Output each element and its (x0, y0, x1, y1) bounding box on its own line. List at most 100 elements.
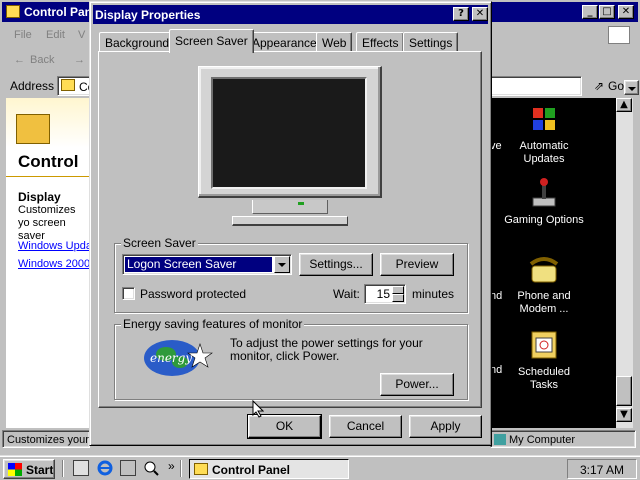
control-panel-large-icon (16, 114, 50, 144)
tab-appearance[interactable]: Appearance (246, 32, 323, 52)
close-button[interactable]: ✕ (618, 5, 634, 19)
monitor-neck (252, 200, 328, 214)
wait-minutes-stepper[interactable]: 15 (364, 284, 406, 304)
wait-value[interactable]: 15 (368, 287, 390, 301)
power-led-icon (298, 202, 304, 205)
scroll-up-button[interactable]: ▲ (616, 98, 632, 112)
menu-file[interactable]: File (14, 29, 32, 41)
close-button[interactable]: ✕ (472, 7, 488, 21)
divider (62, 460, 64, 477)
joystick-icon (527, 176, 561, 210)
status-text: Customizes your (2, 430, 90, 448)
power-button[interactable]: Power... (380, 373, 454, 396)
back-arrow-icon[interactable]: ← (14, 54, 25, 66)
status-zone: My Computer (490, 430, 636, 448)
minimize-button[interactable]: _ (582, 5, 598, 19)
dialog-title: Display Properties (95, 8, 201, 22)
my-computer-icon (494, 434, 506, 445)
scroll-thumb[interactable] (616, 376, 632, 406)
internet-explorer-icon[interactable] (97, 460, 113, 476)
stepper-down-button[interactable] (392, 294, 404, 302)
go-arrow-icon[interactable]: ⇗ (594, 79, 604, 93)
mouse-cursor-icon (252, 400, 264, 418)
apply-button[interactable]: Apply (409, 415, 482, 438)
tab-settings[interactable]: Settings (403, 32, 459, 52)
chevron-down-icon (278, 263, 286, 267)
icon-phone-and-modem[interactable]: Phone and Modem ... (504, 252, 584, 316)
monitor-base (232, 216, 348, 226)
forward-arrow-icon[interactable]: → (74, 54, 85, 66)
icon-label: Phone and Modem ... (517, 290, 571, 315)
monitor-preview-icon (198, 66, 382, 234)
wait-label: Wait: (333, 287, 360, 301)
link-windows-2000[interactable]: Windows 2000 (18, 258, 90, 270)
control-panel-small-icon (61, 79, 75, 91)
vertical-scrollbar[interactable]: ▲ ▼ (616, 98, 633, 428)
address-dropdown-button[interactable] (624, 80, 639, 95)
tab-effects[interactable]: Effects (356, 32, 405, 52)
control-panel-banner-icon (6, 98, 90, 148)
display-properties-dialog: Display Properties ? ✕ Background Screen… (89, 1, 492, 446)
preview-button[interactable]: Preview (380, 253, 454, 276)
windows-flag-icon (527, 102, 561, 136)
energy-logo-text: energy (150, 351, 193, 365)
pane-heading: Control (18, 152, 79, 171)
icon-scheduled-tasks[interactable]: Scheduled Tasks (504, 328, 584, 392)
telephone-icon (527, 252, 561, 286)
help-button[interactable]: ? (453, 7, 469, 21)
tab-web[interactable]: Web (316, 32, 353, 52)
search-icon[interactable] (143, 460, 159, 476)
taskbar: Start » Control Panel 3:17 AM (0, 455, 640, 480)
ok-button[interactable]: OK (247, 414, 322, 439)
monitor-screen-preview (211, 77, 367, 189)
energy-group-label: Energy saving features of monitor (121, 317, 305, 331)
screen-saver-group-label: Screen Saver (121, 236, 198, 250)
address-label: Address (10, 79, 55, 93)
icon-view: ve nd nd Automatic Updates Gaming Option… (490, 98, 616, 428)
icon-gaming-options[interactable]: Gaming Options (504, 176, 584, 227)
scheduled-tasks-icon (527, 328, 561, 362)
control-panel-icon (6, 5, 20, 18)
menu-edit[interactable]: Edit (46, 29, 65, 41)
control-panel-title: Control Pan (24, 5, 92, 19)
menu-view[interactable]: V (78, 29, 85, 41)
link-windows-update[interactable]: Windows Upda (18, 240, 92, 252)
dropdown-button[interactable] (274, 256, 290, 273)
divider (6, 176, 90, 177)
start-button[interactable]: Start (3, 459, 55, 479)
screen-saver-selected: Logon Screen Saver (125, 257, 272, 272)
webview-pane: Control Display Customizes yo screen sav… (6, 98, 92, 428)
cancel-button[interactable]: Cancel (329, 415, 402, 438)
icon-label: Gaming Options (504, 214, 584, 226)
minutes-label: minutes (412, 287, 455, 301)
control-panel-icon (194, 463, 208, 475)
energy-description: To adjust the power settings for your mo… (230, 336, 423, 363)
status-zone-label: My Computer (509, 434, 576, 446)
taskbar-button-control-panel[interactable]: Control Panel (189, 459, 349, 479)
back-button[interactable]: Back (30, 54, 54, 66)
system-tray-clock[interactable]: 3:17 AM (567, 459, 637, 479)
energy-star-logo: energy (142, 338, 214, 378)
tab-screen-saver[interactable]: Screen Saver (169, 29, 254, 53)
icon-automatic-updates[interactable]: Automatic Updates (504, 102, 584, 166)
maximize-button[interactable]: □ (599, 5, 615, 19)
windows-logo-icon (608, 26, 630, 44)
windows-logo-icon (8, 463, 22, 476)
screen-saver-select[interactable]: Logon Screen Saver (122, 254, 292, 275)
divider (180, 460, 182, 477)
scroll-down-button[interactable]: ▼ (616, 408, 632, 422)
start-label: Start (26, 463, 54, 477)
quicklaunch-chevron[interactable]: » (168, 459, 175, 473)
icon-label: Automatic Updates (519, 140, 569, 165)
dialog-titlebar[interactable]: Display Properties ? ✕ (93, 5, 488, 24)
tab-background[interactable]: Background (99, 32, 176, 52)
go-button[interactable]: Go (608, 79, 624, 93)
show-desktop-icon[interactable] (73, 460, 89, 476)
task-label: Control Panel (212, 463, 291, 477)
password-checkbox[interactable] (122, 287, 135, 300)
settings-button[interactable]: Settings... (299, 253, 373, 276)
selected-item-description: Customizes yo screen saver (18, 204, 76, 242)
stepper-up-button[interactable] (392, 286, 404, 294)
selected-item-title: Display (18, 190, 61, 204)
network-icon[interactable] (120, 460, 136, 476)
